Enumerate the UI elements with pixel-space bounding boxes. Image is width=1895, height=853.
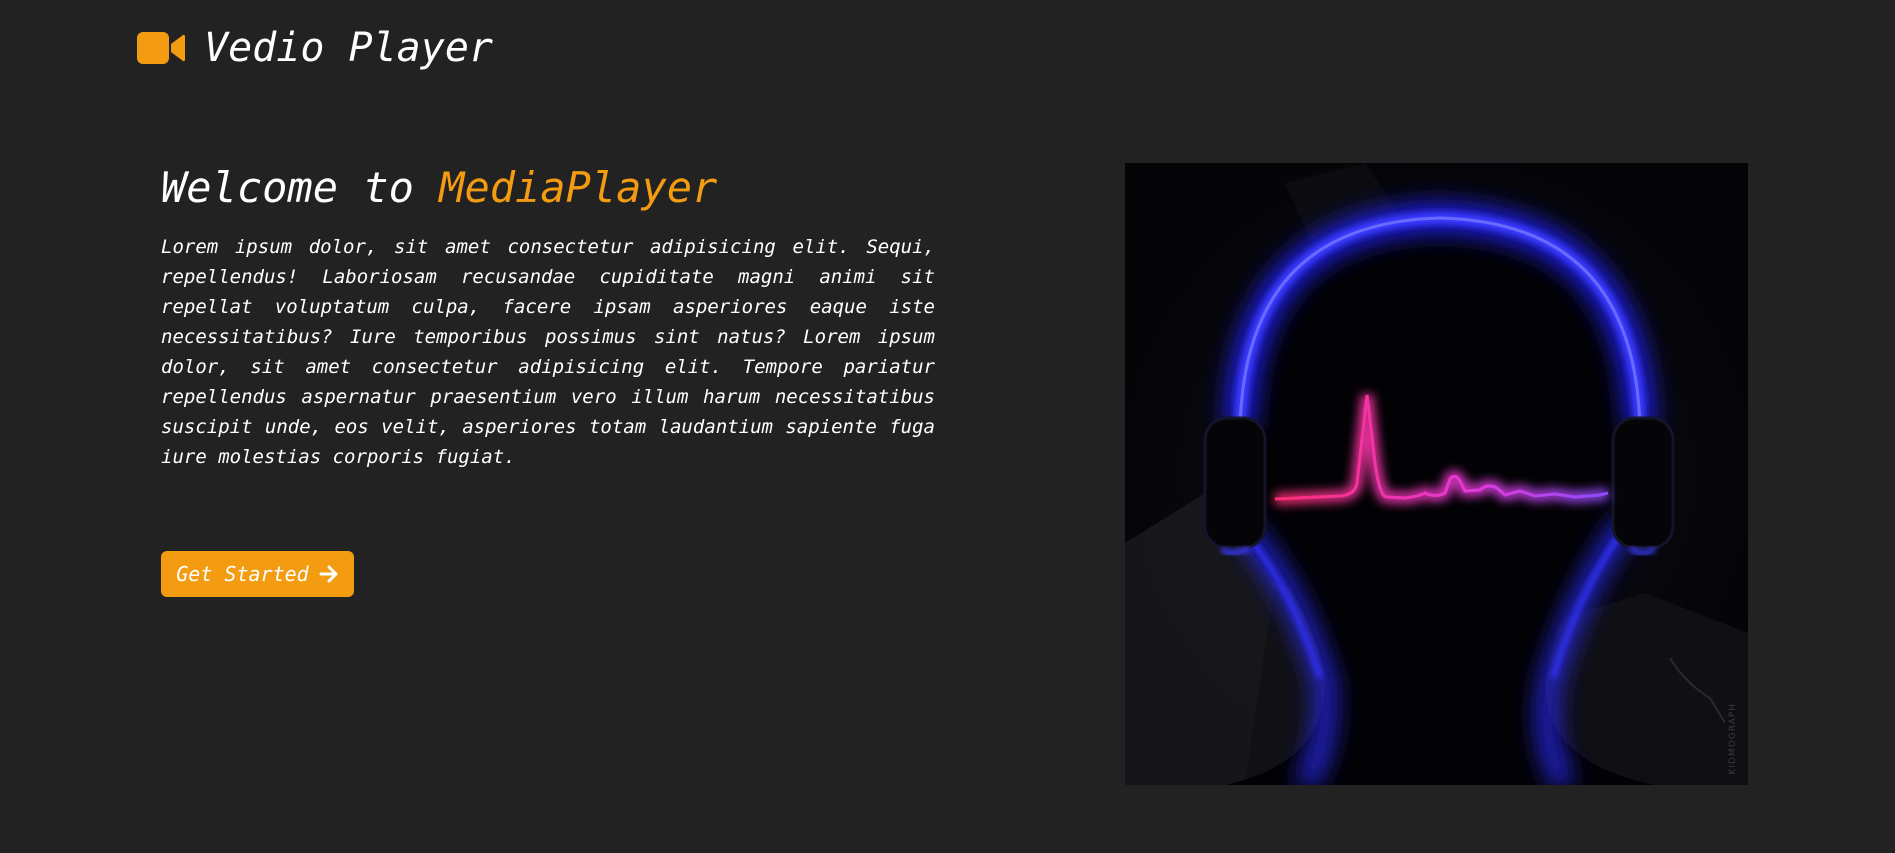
brand-title[interactable]: Vedio Player [204, 25, 493, 71]
image-watermark: KIDMOGRAPH [1728, 703, 1738, 775]
hero-title: Welcome to MediaPlayer [161, 160, 717, 216]
site-header: Vedio Player [136, 22, 493, 74]
video-camera-icon [137, 32, 185, 64]
get-started-button[interactable]: Get Started [161, 551, 354, 597]
headphones-heartbeat-illustration [1125, 163, 1748, 785]
hero-description: Lorem ipsum dolor, sit amet consectetur … [161, 236, 935, 468]
hero-title-prefix: Welcome to [161, 163, 440, 212]
hero-image: KIDMOGRAPH [1125, 163, 1748, 785]
get-started-label: Get Started [176, 562, 309, 586]
hero-title-accent: MediaPlayer [439, 163, 718, 212]
arrow-right-icon [319, 565, 338, 583]
